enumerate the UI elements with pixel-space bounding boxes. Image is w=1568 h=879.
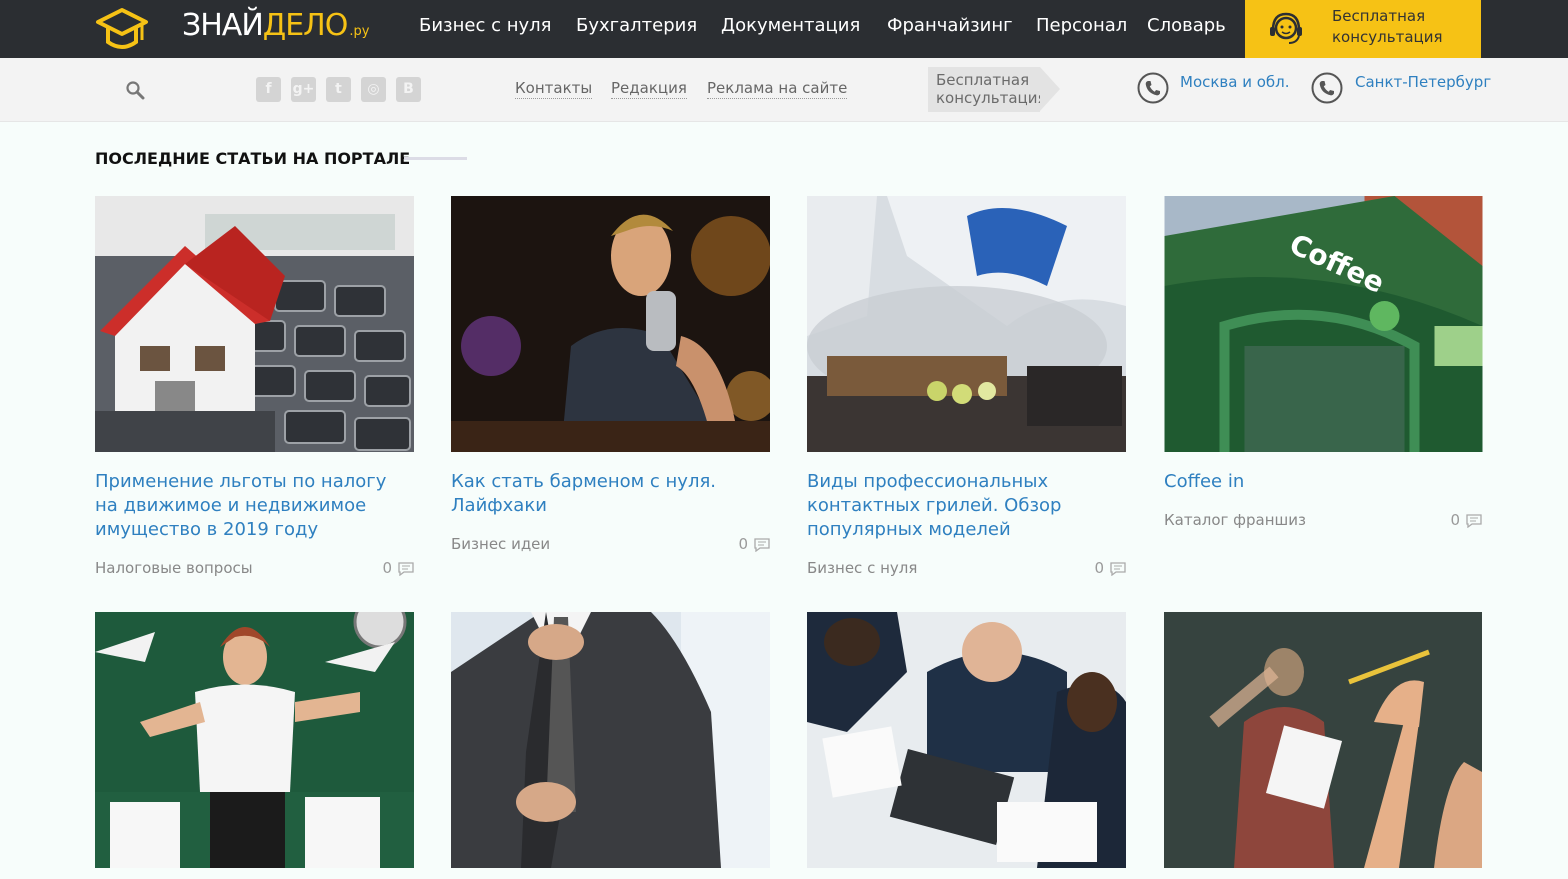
- city-moscow[interactable]: Москва и обл.: [1180, 73, 1290, 91]
- nav-item-franchising[interactable]: Франчайзинг: [887, 15, 1013, 36]
- nav-item-documentation[interactable]: Документация: [721, 15, 860, 36]
- article-title[interactable]: Coffee in: [1164, 470, 1474, 494]
- twitter-icon[interactable]: t: [326, 77, 351, 102]
- google-plus-icon[interactable]: g+: [291, 77, 316, 102]
- operator-headset-icon: [1270, 12, 1302, 44]
- comment-count: 0: [382, 559, 392, 577]
- article-category[interactable]: Бизнес идеи: [451, 535, 550, 553]
- link-advertising[interactable]: Реклама на сайте: [707, 79, 848, 99]
- logo-part-2: ДЕЛО: [262, 8, 349, 43]
- free-consultation-button[interactable]: Бесплатная консультация: [1245, 0, 1481, 58]
- comment-icon: [1110, 562, 1126, 576]
- comment-icon: [754, 538, 770, 552]
- section-divider: [404, 157, 467, 160]
- search-icon[interactable]: [125, 80, 145, 100]
- article-image-grill[interactable]: [807, 196, 1126, 452]
- article-title[interactable]: Как стать барменом с нуля. Лайфхаки: [451, 470, 761, 518]
- secondary-bar: f g+ t ◎ B Контакты Редакция Реклама на …: [0, 58, 1568, 122]
- comment-count: 0: [1094, 559, 1104, 577]
- article-title[interactable]: Применение льготы по налогу на движимое …: [95, 470, 405, 542]
- article-category[interactable]: Бизнес с нуля: [807, 559, 917, 577]
- phone-icon: [1311, 72, 1343, 104]
- article-image-businessman-tie[interactable]: [451, 612, 770, 868]
- comment-icon: [1466, 514, 1482, 528]
- article-image-team-meeting[interactable]: [807, 612, 1126, 868]
- link-editorial[interactable]: Редакция: [611, 79, 687, 99]
- nav-item-business-from-scratch[interactable]: Бизнес с нуля: [419, 15, 551, 36]
- article-title[interactable]: Виды профессиональных контактных грилей.…: [807, 470, 1117, 542]
- article-image-classroom[interactable]: [1164, 612, 1482, 868]
- facebook-icon[interactable]: f: [256, 77, 281, 102]
- free-consultation-tag[interactable]: Бесплатная консультация: [928, 67, 1060, 112]
- nav-item-accounting[interactable]: Бухгалтерия: [576, 15, 697, 36]
- instagram-icon[interactable]: ◎: [361, 77, 386, 102]
- article-category[interactable]: Налоговые вопросы: [95, 559, 253, 577]
- vk-icon[interactable]: B: [396, 77, 421, 102]
- section-title: ПОСЛЕДНИЕ СТАТЬИ НА ПОРТАЛЕ: [95, 149, 411, 168]
- comment-count: 0: [738, 535, 748, 553]
- free-consultation-label: Бесплатная консультация: [1332, 7, 1443, 46]
- graduation-cap-logo-icon[interactable]: [94, 4, 150, 54]
- logo-part-1: ЗНАЙ: [182, 8, 264, 43]
- comment-count: 0: [1450, 511, 1460, 529]
- article-image-multitasking-woman[interactable]: [95, 612, 414, 868]
- article-image-house-calculator[interactable]: [95, 196, 414, 452]
- site-logo[interactable]: ЗНАЙДЕЛО .ру: [182, 8, 369, 43]
- article-image-bartender[interactable]: [451, 196, 770, 452]
- top-navigation-bar: ЗНАЙДЕЛО .ру Бизнес с нуля Бухгалтерия До…: [0, 0, 1568, 58]
- comment-icon: [398, 562, 414, 576]
- nav-item-dictionary[interactable]: Словарь: [1147, 15, 1226, 36]
- link-contacts[interactable]: Контакты: [515, 79, 593, 99]
- phone-icon: [1137, 72, 1169, 104]
- nav-item-personnel[interactable]: Персонал: [1036, 15, 1127, 36]
- article-category[interactable]: Каталог франшиз: [1164, 511, 1306, 529]
- free-consultation-tag-label: Бесплатная консультация: [936, 71, 1047, 107]
- logo-suffix: .ру: [349, 24, 370, 39]
- city-saint-petersburg[interactable]: Санкт-Петербург: [1355, 73, 1491, 91]
- article-image-coffee-in-storefront[interactable]: Coffee: [1164, 196, 1483, 452]
